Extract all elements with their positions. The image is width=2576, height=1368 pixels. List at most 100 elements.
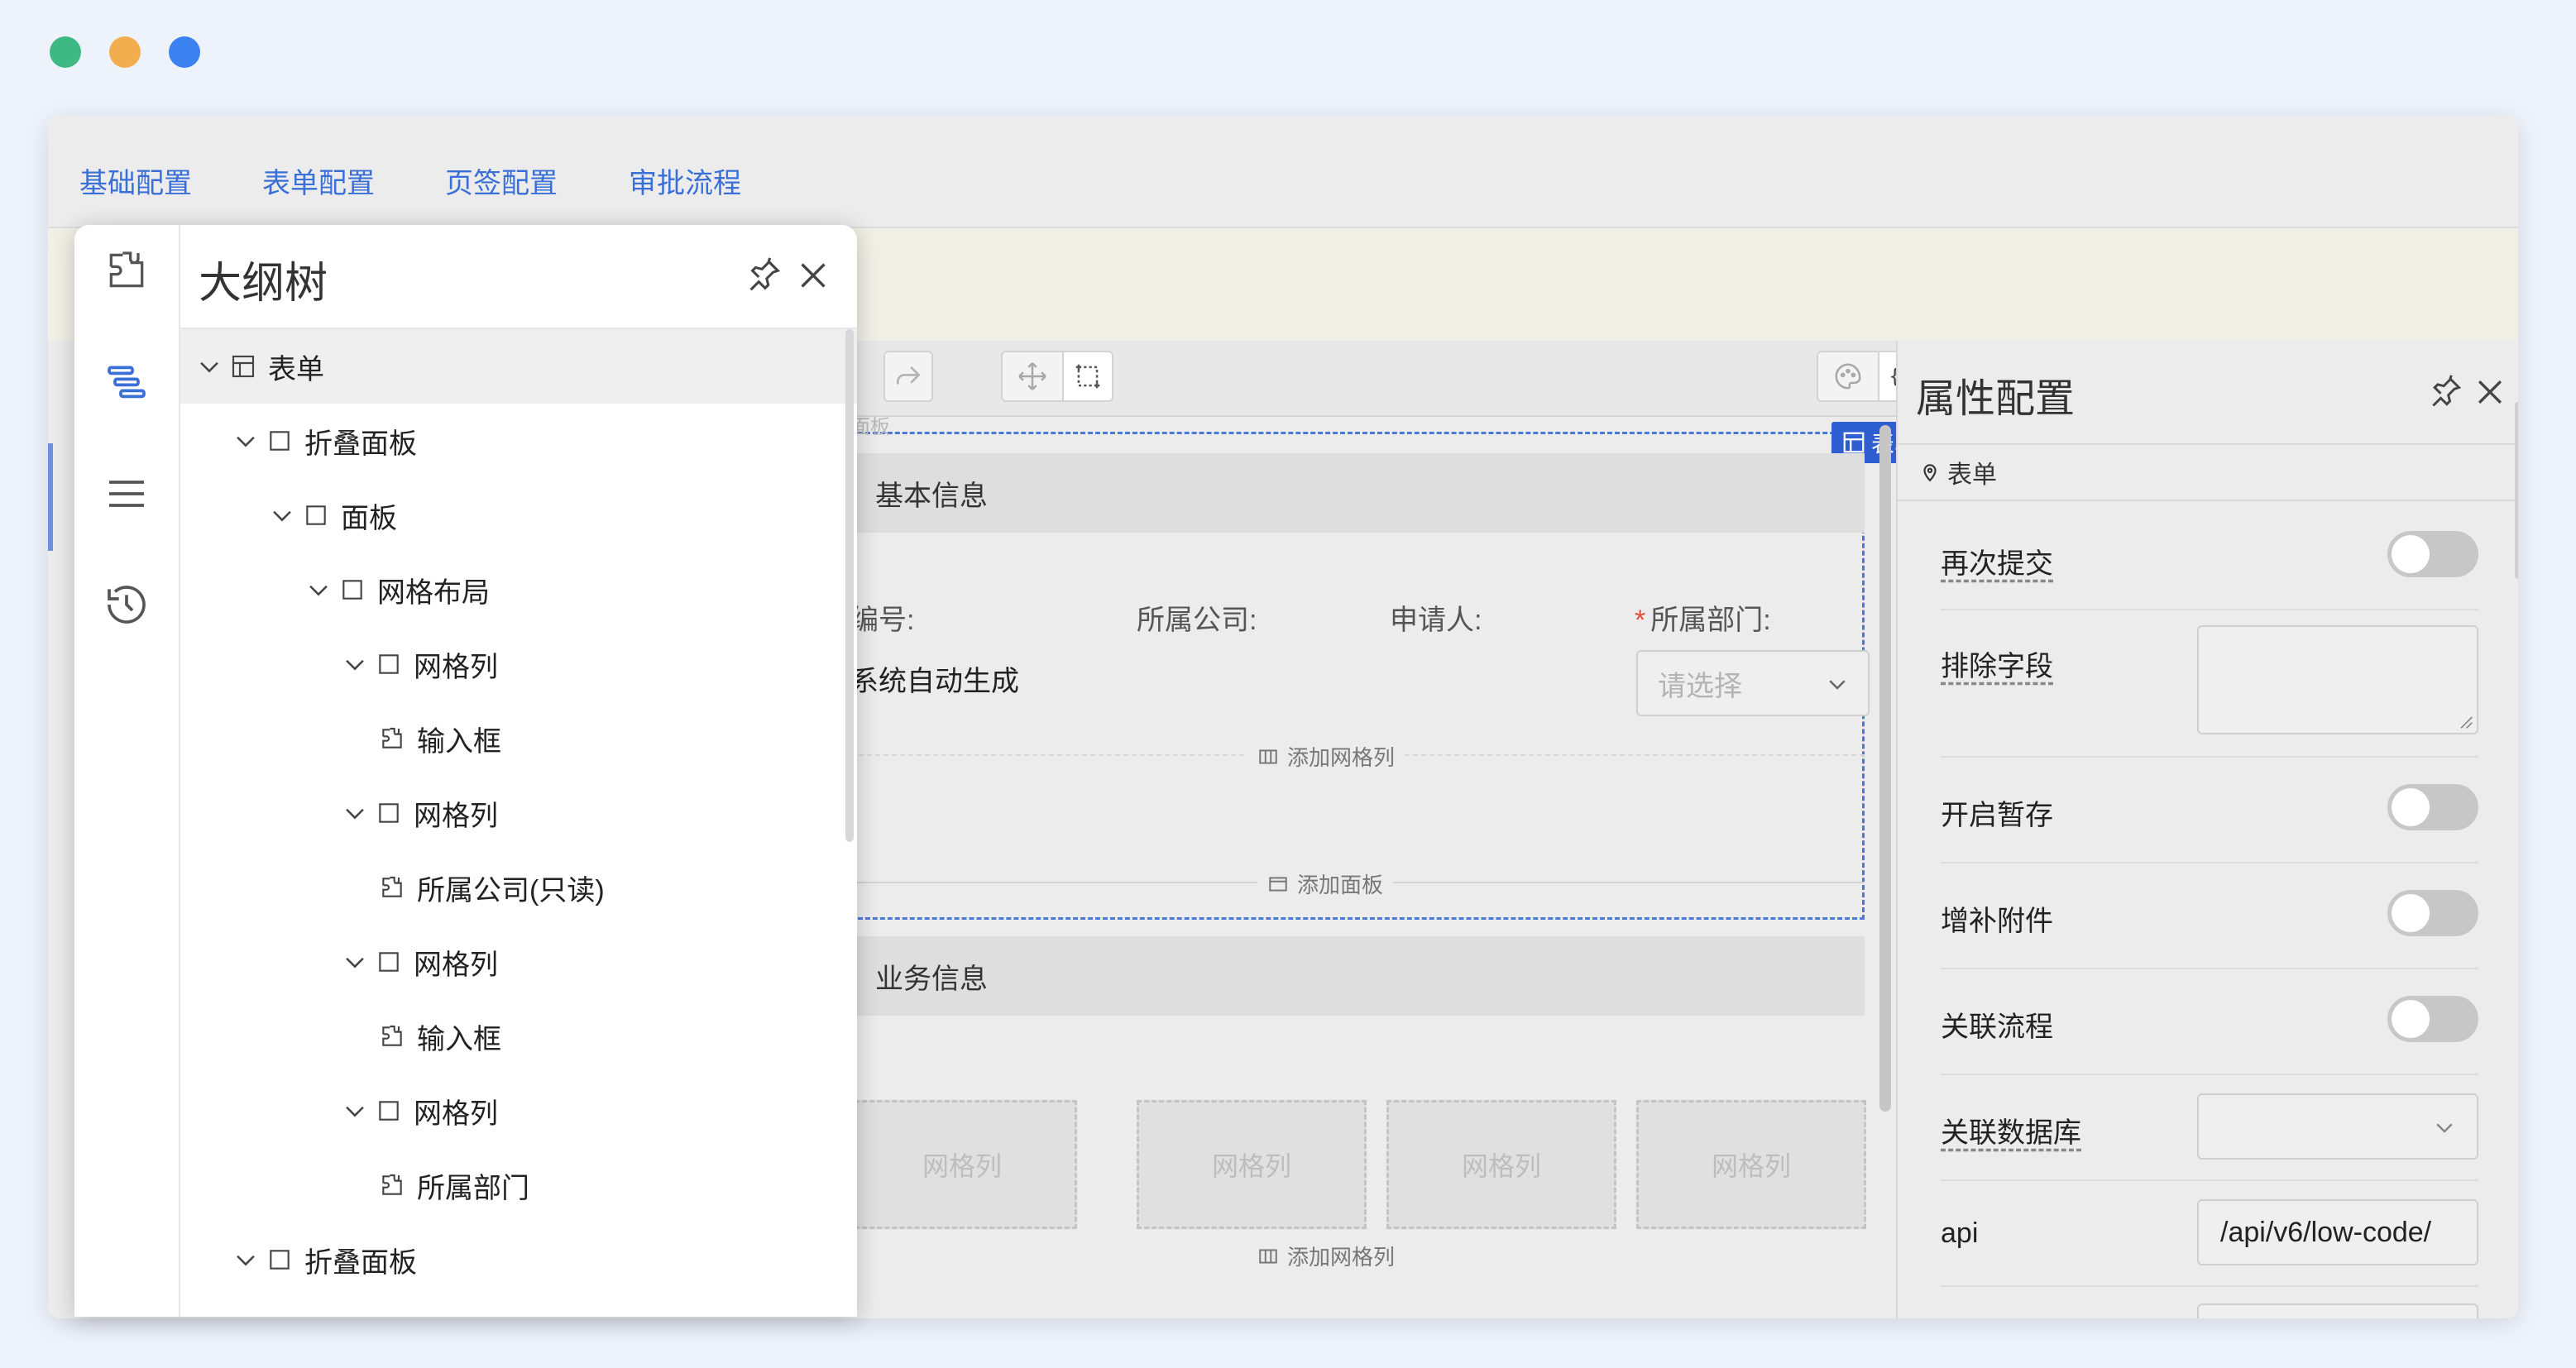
tree-node-input[interactable]: 输入框 bbox=[180, 701, 857, 776]
prop-link-flow-toggle[interactable] bbox=[2387, 996, 2478, 1042]
prop-attachments-toggle[interactable] bbox=[2387, 890, 2478, 936]
tree-node-form[interactable]: 表单 bbox=[180, 329, 857, 404]
prop-next-input[interactable] bbox=[2197, 1303, 2478, 1318]
tab-approval-flow[interactable]: 审批流程 bbox=[629, 160, 741, 201]
prop-resubmit-toggle[interactable] bbox=[2387, 531, 2478, 577]
columns-icon bbox=[1259, 1248, 1277, 1264]
menu-tab-button[interactable] bbox=[98, 465, 156, 523]
field-department-label-text: 所属部门: bbox=[1650, 605, 1771, 636]
outline-scrollbar[interactable] bbox=[845, 329, 854, 842]
add-panel-button[interactable]: 添加面板 bbox=[1257, 868, 1394, 899]
window-maximize-button[interactable] bbox=[169, 36, 200, 68]
chevron-down-icon[interactable] bbox=[341, 650, 369, 678]
outline-tree-icon bbox=[108, 366, 146, 399]
tree-node-input[interactable]: 输入框 bbox=[180, 999, 857, 1074]
prop-api-input[interactable]: /api/v6/low-code/ bbox=[2197, 1199, 2478, 1265]
prop-exclude-fields-textarea[interactable] bbox=[2197, 625, 2478, 734]
tree-node-collapse-2[interactable]: 折叠面板 bbox=[180, 1222, 857, 1297]
chevron-down-icon[interactable] bbox=[195, 352, 223, 380]
tree-node-grid-col[interactable]: 网格列 bbox=[180, 627, 857, 701]
tree-node-label: 输入框 bbox=[417, 1023, 501, 1055]
tree-node-grid-col[interactable]: 网格列 bbox=[180, 925, 857, 999]
field-number-value: 系统自动生成 bbox=[850, 666, 1019, 697]
close-icon[interactable] bbox=[2472, 374, 2508, 410]
prop-database-select[interactable] bbox=[2197, 1093, 2478, 1160]
move-icon bbox=[1018, 362, 1046, 390]
resize-handle-icon[interactable] bbox=[2457, 713, 2473, 729]
grid-column-placeholder[interactable]: 网格列 bbox=[1386, 1100, 1616, 1229]
properties-title: 属性配置 bbox=[1916, 377, 2076, 421]
tab-form-config[interactable]: 表单配置 bbox=[262, 160, 375, 201]
grid-column-placeholder[interactable]: 网格列 bbox=[1137, 1100, 1367, 1229]
section-basic-info-header[interactable]: 基本信息 bbox=[850, 453, 1865, 533]
chevron-down-icon[interactable] bbox=[341, 948, 369, 976]
tab-basic-config[interactable]: 基础配置 bbox=[79, 160, 192, 201]
pin-icon[interactable] bbox=[2427, 374, 2463, 410]
theme-button[interactable] bbox=[1817, 351, 1879, 402]
outline-panel: 大纲树 表单 折叠面板 面板 网格布局 网格列 输入框 网格列 所属公司(只读)… bbox=[74, 225, 857, 1317]
panel-icon bbox=[1269, 876, 1287, 892]
properties-scrollbar[interactable] bbox=[2515, 402, 2518, 579]
properties-panel: 属性配置 表单 再次提交 排除字段 开启暂存 增补附件 关联流程 关联数据库 a… bbox=[1896, 341, 2518, 1318]
add-grid-col-button[interactable]: 添加网格列 bbox=[1247, 741, 1405, 772]
prop-row-attachments: 增补附件 bbox=[1941, 862, 2478, 969]
tree-node-company[interactable]: 所属公司(只读) bbox=[180, 850, 857, 925]
window-close-button[interactable] bbox=[50, 36, 81, 68]
prop-row-resubmit: 再次提交 bbox=[1941, 503, 2478, 610]
outline-tree-tab-button[interactable] bbox=[98, 354, 156, 412]
chevron-down-icon[interactable] bbox=[232, 427, 260, 455]
container-icon bbox=[270, 1250, 290, 1270]
history-tab-button[interactable] bbox=[98, 576, 156, 634]
move-tool-button[interactable] bbox=[1001, 351, 1064, 402]
components-tab-button[interactable] bbox=[98, 242, 156, 299]
grid-column-placeholder[interactable]: 网格列 bbox=[850, 1100, 1077, 1229]
grid-column-placeholder[interactable]: 网格列 bbox=[1636, 1100, 1866, 1229]
component-icon bbox=[109, 251, 144, 288]
chevron-down-icon[interactable] bbox=[232, 1246, 260, 1274]
tree-node-label: 所属公司(只读) bbox=[417, 874, 605, 906]
container-icon bbox=[379, 803, 399, 823]
api-input-value: /api/v6/low-code/ bbox=[2220, 1216, 2432, 1248]
department-select[interactable]: 请选择 bbox=[1636, 650, 1870, 716]
add-grid-col-button-2[interactable]: 添加网格列 bbox=[1247, 1241, 1405, 1271]
container-icon bbox=[306, 505, 326, 525]
prop-attachments-label: 增补附件 bbox=[1941, 906, 2053, 937]
tree-node-label: 折叠面板 bbox=[304, 428, 417, 460]
component-icon bbox=[382, 1174, 402, 1195]
add-grid-col-label: 添加网格列 bbox=[1287, 745, 1396, 770]
prop-link-flow-label: 关联流程 bbox=[1941, 1012, 2053, 1043]
select-tool-button[interactable] bbox=[1062, 351, 1113, 402]
chevron-down-icon[interactable] bbox=[341, 1097, 369, 1125]
component-icon bbox=[382, 1025, 402, 1046]
tree-node-panel[interactable]: 面板 bbox=[180, 478, 857, 552]
pin-icon[interactable] bbox=[745, 256, 783, 294]
tree-node-grid-col[interactable]: 网格列 bbox=[180, 776, 857, 850]
field-company-label: 所属公司: bbox=[1137, 605, 1257, 636]
form-icon bbox=[232, 355, 255, 378]
tree-node-department[interactable]: 所属部门 bbox=[180, 1148, 857, 1222]
chevron-down-icon[interactable] bbox=[304, 576, 333, 604]
section-business-info-header[interactable]: 业务信息 bbox=[850, 936, 1865, 1016]
active-indicator bbox=[48, 443, 53, 551]
section-business-info-title: 业务信息 bbox=[875, 963, 988, 995]
prop-draft-toggle[interactable] bbox=[2387, 784, 2478, 830]
prop-row-database: 关联数据库 bbox=[1941, 1074, 2478, 1181]
chevron-down-icon[interactable] bbox=[268, 501, 296, 529]
tree-node-grid-col[interactable]: 网格列 bbox=[180, 1074, 857, 1148]
redo-button[interactable] bbox=[883, 351, 933, 402]
prop-row-link-flow: 关联流程 bbox=[1941, 968, 2478, 1075]
chevron-down-icon[interactable] bbox=[341, 799, 369, 827]
container-icon bbox=[342, 580, 362, 600]
prop-database-label: 关联数据库 bbox=[1941, 1117, 2081, 1149]
prop-row-api: api /api/v6/low-code/ bbox=[1941, 1179, 2478, 1287]
menu-icon bbox=[109, 481, 144, 507]
close-icon[interactable] bbox=[794, 256, 832, 294]
tree-node-collapse[interactable]: 折叠面板 bbox=[180, 404, 857, 478]
window-minimize-button[interactable] bbox=[109, 36, 141, 68]
canvas-scrollbar[interactable] bbox=[1879, 425, 1891, 1112]
tree-node-label: 网格列 bbox=[414, 800, 498, 832]
properties-breadcrumb[interactable]: 表单 bbox=[1898, 443, 2518, 501]
tab-page-tab-config[interactable]: 页签配置 bbox=[445, 160, 558, 201]
add-panel-label: 添加面板 bbox=[1297, 873, 1384, 897]
tree-node-grid-layout[interactable]: 网格布局 bbox=[180, 552, 857, 627]
